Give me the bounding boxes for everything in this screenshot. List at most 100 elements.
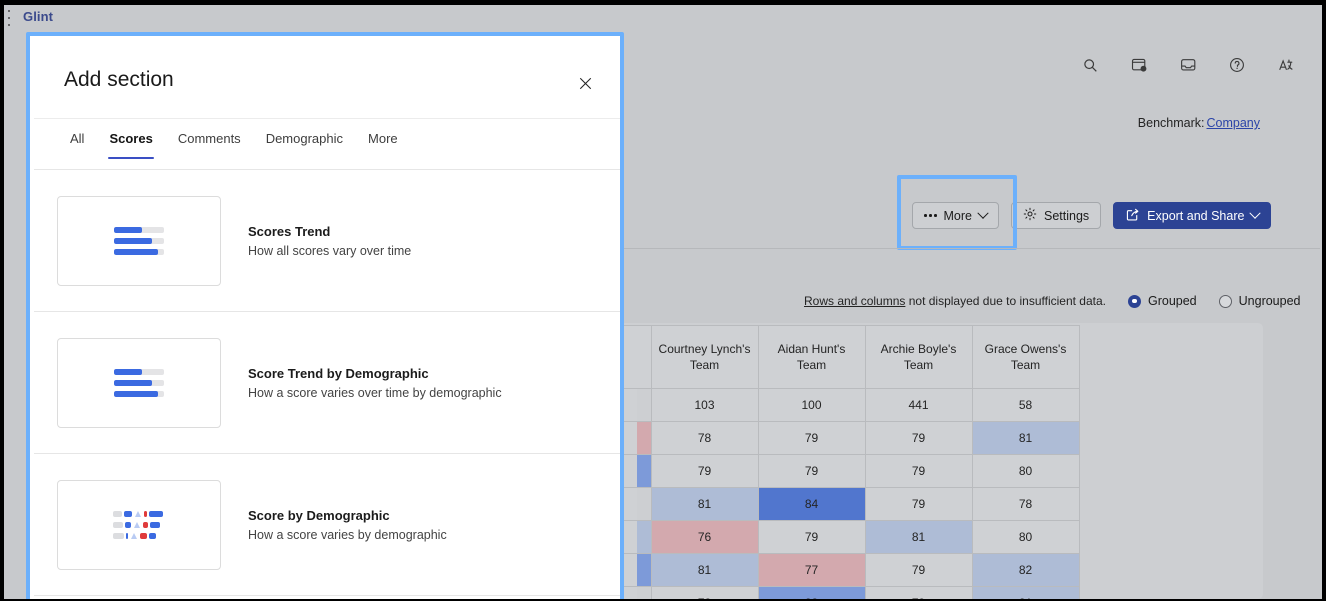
- insufficient-data-notice: Rows and columns not displayed due to in…: [804, 294, 1322, 308]
- heatmap-cell[interactable]: 103: [650, 388, 759, 422]
- inbox-icon[interactable]: [1174, 51, 1202, 79]
- thumb-bar-track: [114, 248, 164, 255]
- rows-and-columns-link[interactable]: Rows and columns: [804, 294, 905, 308]
- demographic-segment-blue: [124, 510, 132, 517]
- heatmap-cell[interactable]: 82: [971, 553, 1080, 587]
- thumb-bar-fill: [114, 368, 142, 375]
- section-title: Score by Demographic: [248, 507, 390, 523]
- section-option-1[interactable]: Score Trend by Demographic How a score va…: [34, 312, 620, 454]
- table-row[interactable]: 78 79 79 81: [620, 421, 1080, 455]
- table-row[interactable]: 76 79 81 80: [620, 520, 1080, 554]
- heatmap-cell[interactable]: 79: [864, 553, 973, 587]
- heatmap-cell[interactable]: 441: [864, 388, 973, 422]
- column-header[interactable]: Courtney Lynch's Team: [650, 325, 759, 389]
- radio-grouped[interactable]: Grouped: [1127, 294, 1197, 308]
- heatmap-cell[interactable]: 84: [757, 487, 866, 521]
- table-row[interactable]: 81 77 79 82: [620, 553, 1080, 587]
- heatmap-cell[interactable]: 100: [757, 388, 866, 422]
- demographic-segment-red: [140, 532, 147, 539]
- heatmap-cell[interactable]: 81: [650, 487, 759, 521]
- header-icon-bar: [1076, 51, 1300, 79]
- benchmark-label: Benchmark:: [1137, 116, 1205, 130]
- section-text: Scores Trend How all scores vary over tim…: [248, 224, 411, 258]
- table-row[interactable]: 103 100 441 58: [620, 388, 1080, 422]
- overflow-menu-icon[interactable]: [7, 10, 10, 26]
- more-button[interactable]: More: [912, 202, 999, 229]
- search-icon[interactable]: [1076, 51, 1104, 79]
- heatmap-cell[interactable]: 79: [757, 454, 866, 488]
- row-heat-strip: [637, 487, 651, 521]
- radio-ungrouped-dot: [1218, 294, 1232, 308]
- heatmap-cell[interactable]: 58: [971, 388, 1080, 422]
- heatmap-cell[interactable]: 76: [650, 520, 759, 554]
- export-button-label: Export and Share: [1147, 208, 1245, 223]
- heatmap-cell[interactable]: 81: [864, 520, 973, 554]
- tab-scores[interactable]: Scores: [100, 119, 161, 159]
- thumb-bar-track: [114, 390, 164, 397]
- radio-ungrouped[interactable]: Ungrouped: [1218, 294, 1301, 308]
- heatmap-cell[interactable]: 83: [757, 586, 866, 599]
- left-rail: [4, 5, 18, 599]
- column-header[interactable]: Grace Owens's Team: [971, 325, 1080, 389]
- toolbar-divider: [620, 248, 1320, 249]
- notice-rest: not displayed due to insufficient data.: [905, 294, 1106, 308]
- translate-icon[interactable]: [1272, 51, 1300, 79]
- section-thumbnail: [57, 337, 221, 428]
- heatmap-cell[interactable]: 80: [971, 454, 1080, 488]
- tab-more[interactable]: More: [359, 119, 407, 159]
- radio-grouped-label: Grouped: [1147, 294, 1197, 308]
- heatmap-cell[interactable]: 81: [971, 421, 1080, 455]
- section-option-0[interactable]: Scores Trend How all scores vary over tim…: [34, 170, 620, 312]
- thumb-bar-fill: [114, 379, 152, 386]
- heatmap-cell[interactable]: 78: [650, 421, 759, 455]
- thumb-bar-track: [114, 237, 164, 244]
- tab-all[interactable]: All: [61, 119, 93, 159]
- tab-label: All: [70, 131, 85, 146]
- heatmap-cell[interactable]: 80: [971, 520, 1080, 554]
- demographic-row: [113, 532, 165, 539]
- column-header[interactable]: Archie Boyle's Team: [864, 325, 973, 389]
- heatmap-cell[interactable]: 79: [757, 520, 866, 554]
- row-heat-strip: [637, 553, 651, 587]
- share-icon: [1125, 207, 1140, 225]
- row-heat-strip: [637, 586, 651, 599]
- help-icon[interactable]: [1223, 51, 1251, 79]
- tab-demographic[interactable]: Demographic: [257, 119, 352, 159]
- heatmap-cell[interactable]: 81: [650, 553, 759, 587]
- section-thumbnail: [57, 195, 221, 286]
- section-description: How all scores vary over time: [248, 243, 412, 258]
- section-option-2[interactable]: Score by Demographic How a score varies b…: [34, 454, 620, 596]
- heatmap-cell[interactable]: 77: [757, 553, 866, 587]
- dialog-header: Add section: [34, 40, 620, 119]
- tab-label: Comments: [177, 131, 241, 146]
- heatmap-cell[interactable]: 79: [650, 454, 759, 488]
- demographic-segment-red: [144, 510, 147, 517]
- app-title: Glint: [23, 9, 54, 24]
- export-and-share-button[interactable]: Export and Share: [1113, 202, 1272, 229]
- benchmark: Benchmark: Company: [1138, 116, 1260, 130]
- table-header-row: Courtney Lynch's Team Aidan Hunt's Team …: [620, 325, 1080, 389]
- column-header[interactable]: Aidan Hunt's Team: [757, 325, 866, 389]
- grouping-radio-group: Grouped Ungrouped: [1127, 294, 1301, 308]
- benchmark-link[interactable]: Company: [1207, 116, 1261, 130]
- table-row[interactable]: 79 79 79 80: [620, 454, 1080, 488]
- demographic-segment-blue: [125, 521, 131, 528]
- tab-comments[interactable]: Comments: [169, 119, 250, 159]
- table-row[interactable]: 78837981: [620, 586, 1080, 599]
- heatmap-cell[interactable]: 79: [864, 421, 973, 455]
- row-heat-strip: [637, 388, 651, 422]
- heatmap-cell[interactable]: 79: [864, 454, 973, 488]
- thumb-bar-track: [114, 226, 164, 233]
- table-row[interactable]: 81 84 79 78: [620, 487, 1080, 521]
- heatmap-cell[interactable]: 79: [757, 421, 866, 455]
- section-text: Score Trend by Demographic How a score va…: [248, 366, 502, 400]
- heatmap-cell[interactable]: 81: [971, 586, 1080, 599]
- heatmap-cell[interactable]: 78: [971, 487, 1080, 521]
- settings-button[interactable]: Settings: [1010, 202, 1102, 229]
- app-settings-icon[interactable]: [1125, 51, 1153, 79]
- heatmap-cell[interactable]: 79: [864, 487, 973, 521]
- heatmap-cell[interactable]: 79: [864, 586, 973, 599]
- demographic-row: [113, 521, 165, 528]
- heatmap-cell[interactable]: 78: [650, 586, 759, 599]
- close-icon[interactable]: [572, 70, 598, 96]
